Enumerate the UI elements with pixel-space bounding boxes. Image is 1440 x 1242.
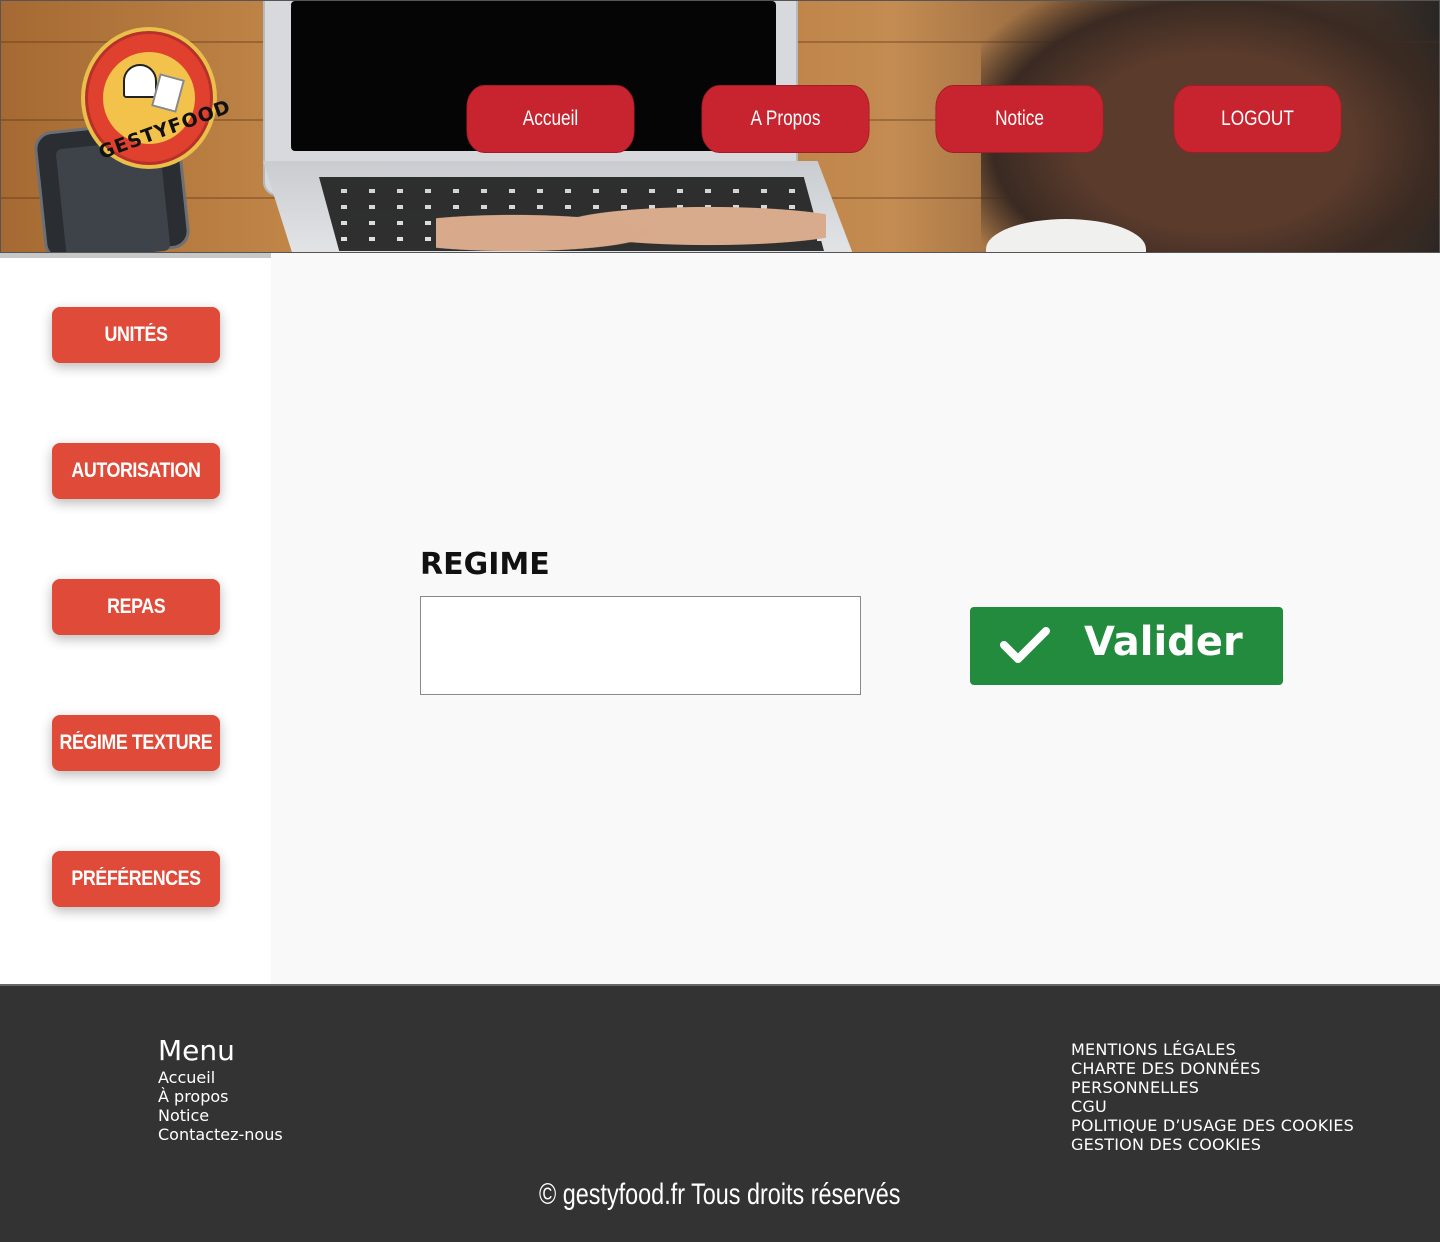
footer-link-a-propos[interactable]: À propos <box>158 1087 283 1106</box>
footer-legal-links: MENTIONS LÉGALES CHARTE DES DONNÉES PERS… <box>1071 1040 1354 1154</box>
nav-notice-button[interactable]: Notice <box>935 85 1104 153</box>
copyright-text: © gestyfood.fr Tous droits réservés <box>539 1178 901 1211</box>
footer-menu-title: Menu <box>158 1034 235 1067</box>
footer-menu: Accueil À propos Notice Contactez-nous <box>158 1068 283 1144</box>
valider-button[interactable]: Valider <box>970 607 1283 685</box>
regime-input[interactable] <box>420 596 861 695</box>
footer-link-cgu[interactable]: CGU <box>1071 1097 1354 1116</box>
footer-link-mentions-legales[interactable]: MENTIONS LÉGALES <box>1071 1040 1354 1059</box>
sidebar-item-label: UNITÉS <box>104 323 168 346</box>
sidebar-item-preferences[interactable]: PRÉFÉRENCES <box>52 851 220 907</box>
copyright: © gestyfood.fr Tous droits réservés <box>0 1178 1440 1212</box>
sidebar-item-label: REPAS <box>106 595 166 618</box>
footer: Menu Accueil À propos Notice Contactez-n… <box>0 984 1440 1242</box>
nav-accueil-button[interactable]: Accueil <box>466 85 635 153</box>
sidebar-item-regime-texture[interactable]: RÉGIME TEXTURE <box>52 715 220 771</box>
logout-button[interactable]: LOGOUT <box>1173 85 1342 153</box>
footer-link-charte-donnees[interactable]: CHARTE DES DONNÉES <box>1071 1059 1354 1078</box>
sidebar-item-autorisation[interactable]: AUTORISATION <box>52 443 220 499</box>
main-content: REGIME Valider <box>271 253 1440 984</box>
footer-link-notice[interactable]: Notice <box>158 1106 283 1125</box>
sidebar-item-unites[interactable]: UNITÉS <box>52 307 220 363</box>
sidebar-item-label: RÉGIME TEXTURE <box>59 731 213 754</box>
footer-link-charte-donnees-2[interactable]: PERSONNELLES <box>1071 1078 1354 1097</box>
valider-label: Valider <box>1084 619 1243 665</box>
sidebar-item-label: AUTORISATION <box>71 459 201 482</box>
banner-hands <box>436 191 826 252</box>
chef-hat-icon <box>123 64 157 98</box>
sidebar-item-repas[interactable]: REPAS <box>52 579 220 635</box>
nav-a-propos-button[interactable]: A Propos <box>701 85 870 153</box>
sidebar-divider <box>0 253 271 258</box>
sidebar: UNITÉS AUTORISATION REPAS RÉGIME TEXTURE… <box>0 253 271 984</box>
footer-link-accueil[interactable]: Accueil <box>158 1068 283 1087</box>
footer-link-contact[interactable]: Contactez-nous <box>158 1125 283 1144</box>
footer-link-gestion-cookies[interactable]: GESTION DES COOKIES <box>1071 1135 1354 1154</box>
sidebar-item-label: PRÉFÉRENCES <box>71 867 201 890</box>
header-banner: GESTYFOOD Accueil A Propos Notice LOGOUT <box>0 0 1440 253</box>
gestyfood-logo[interactable]: GESTYFOOD <box>81 27 234 169</box>
regime-label: REGIME <box>420 547 550 582</box>
check-icon <box>1000 627 1050 663</box>
footer-link-politique-cookies[interactable]: POLITIQUE D’USAGE DES COOKIES <box>1071 1116 1354 1135</box>
logo-ring: GESTYFOOD <box>85 31 234 165</box>
